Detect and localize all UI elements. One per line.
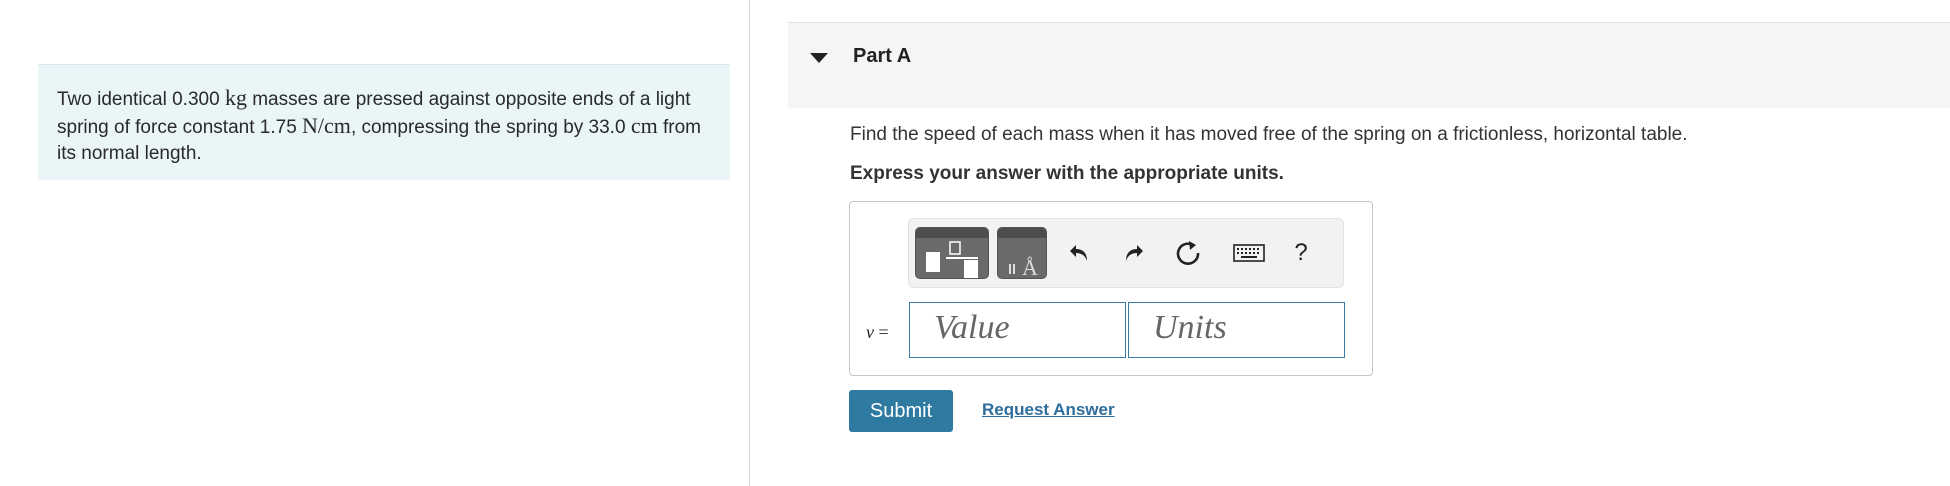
templates-button[interactable] (915, 227, 989, 279)
variable-label: v = (866, 322, 889, 343)
unit-cm: cm (630, 113, 658, 138)
part-title: Part A (853, 45, 912, 67)
problem-statement: Two identical 0.300 kg masses are presse… (38, 64, 730, 180)
fraction-template-icon (926, 241, 978, 278)
keyboard-icon[interactable] (1229, 229, 1269, 277)
units-input[interactable]: Units (1128, 302, 1345, 358)
pane-divider (749, 0, 750, 486)
reset-icon[interactable] (1169, 229, 1209, 277)
unit-kg: kg (224, 85, 247, 110)
unit-n-per-cm: N/cm (302, 113, 351, 138)
units-symbol-icon: Å (1009, 255, 1038, 279)
answer-box: Å ? v = Value Units (849, 201, 1373, 376)
equals-sign: = (874, 322, 889, 342)
units-button[interactable]: Å (997, 227, 1047, 279)
question-text: Find the speed of each mass when it has … (850, 124, 1688, 145)
math-toolbar: Å ? (908, 218, 1344, 288)
variable-symbol: v (866, 322, 874, 342)
answer-instruction: Express your answer with the appropriate… (850, 163, 1284, 184)
redo-icon[interactable] (1114, 229, 1154, 277)
undo-icon[interactable] (1059, 229, 1099, 277)
value-input[interactable]: Value (909, 302, 1126, 358)
part-a-header[interactable]: Part A (788, 22, 1950, 108)
problem-text-3: , compressing the spring by 33.0 (350, 117, 631, 138)
collapse-caret-icon[interactable] (810, 53, 828, 63)
problem-pane: Two identical 0.300 kg masses are presse… (0, 0, 750, 486)
request-answer-link[interactable]: Request Answer (982, 400, 1115, 420)
problem-text-1: Two identical 0.300 (57, 89, 225, 110)
submit-button[interactable]: Submit (849, 390, 953, 432)
units-symbol-text: Å (1022, 255, 1038, 279)
help-icon[interactable]: ? (1281, 229, 1321, 277)
